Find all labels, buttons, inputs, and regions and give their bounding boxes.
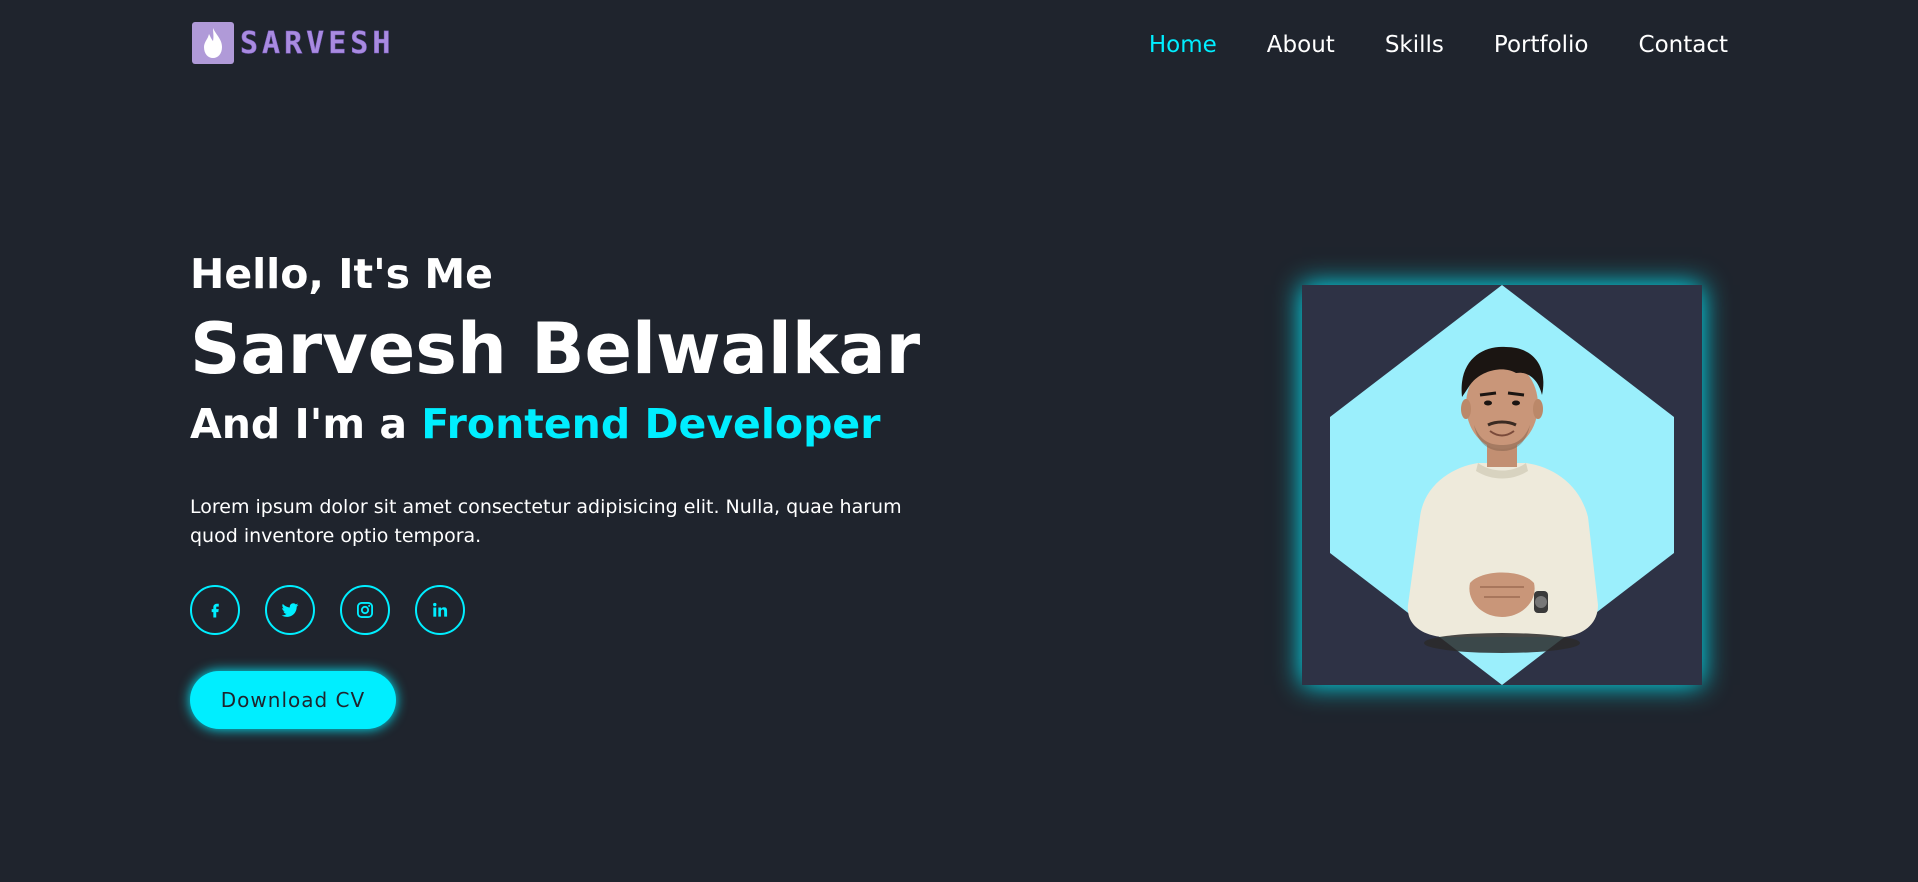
nav-skills[interactable]: Skills — [1385, 32, 1444, 58]
logo[interactable]: SARVESH — [192, 22, 394, 64]
social-links — [190, 585, 950, 635]
flame-logo-icon — [192, 22, 234, 64]
hero-description: Lorem ipsum dolor sit amet consectetur a… — [190, 496, 902, 547]
hero-role: And I'm a Frontend Developer — [190, 395, 950, 453]
facebook-link[interactable] — [190, 585, 240, 635]
role-prefix: And I'm a — [190, 400, 422, 448]
nav-home[interactable]: Home — [1149, 32, 1217, 58]
page: SARVESH Home About Skills Portfolio Cont… — [0, 0, 1918, 882]
linkedin-link[interactable] — [415, 585, 465, 635]
twitter-link[interactable] — [265, 585, 315, 635]
role-highlight: Frontend Developer — [421, 400, 881, 448]
facebook-icon — [211, 603, 219, 618]
instagram-link[interactable] — [340, 585, 390, 635]
nav-about[interactable]: About — [1267, 32, 1335, 58]
main-nav: Home About Skills Portfolio Contact — [1149, 32, 1728, 58]
linkedin-icon — [433, 602, 448, 617]
profile-photo — [1330, 285, 1674, 685]
nav-portfolio[interactable]: Portfolio — [1494, 32, 1589, 58]
hero-greeting: Hello, It's Me — [190, 250, 493, 298]
hero-name: Sarvesh Belwalkar — [190, 308, 921, 390]
instagram-icon — [357, 602, 373, 618]
profile-image-card — [1302, 285, 1702, 685]
hero-content: Hello, It's Me Sarvesh Belwalkar And I'm… — [190, 245, 950, 729]
nav-contact[interactable]: Contact — [1639, 32, 1728, 58]
logo-text: SARVESH — [240, 25, 395, 61]
twitter-icon — [281, 603, 299, 617]
site-header: SARVESH Home About Skills Portfolio Cont… — [0, 0, 1918, 96]
download-cv-button[interactable]: Download CV — [190, 671, 396, 729]
